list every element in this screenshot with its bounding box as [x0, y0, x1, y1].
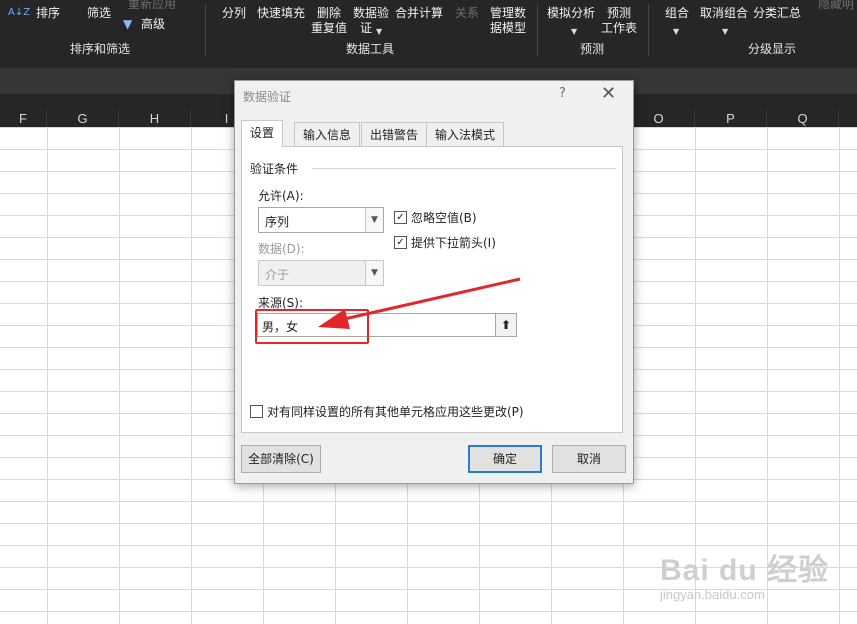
- watermark-url: jingyan.baidu.com: [660, 587, 765, 602]
- text-to-columns-button[interactable]: 分列: [222, 6, 246, 21]
- baidu-watermark: Bai du 经验 jingyan.baidu.com: [660, 545, 829, 602]
- watermark-logo: Bai du 经验: [660, 554, 830, 587]
- allow-select[interactable]: 序列 ▼: [258, 207, 384, 233]
- cancel-button[interactable]: 取消: [552, 445, 626, 473]
- column-header-p[interactable]: P: [695, 110, 767, 127]
- settings-panel: 验证条件 允许(A): 序列 ▼ ✓ 忽略空值(B) ✓ 提供下拉箭头(I) 数…: [241, 146, 623, 433]
- manage-data-model-button[interactable]: 管理数: [490, 6, 526, 21]
- data-select: 介于 ▼: [258, 260, 384, 286]
- remove-duplicates-label: 重复值: [311, 21, 348, 35]
- ribbon: A↓Z 排序 筛选 重新应用 ▼ 高级 排序和筛选 分列 快速填充 删除 重复值…: [0, 0, 857, 58]
- what-if-analysis-button[interactable]: 模拟分析: [547, 6, 595, 21]
- validation-criteria-heading: 验证条件: [250, 162, 299, 176]
- ungroup-button[interactable]: 取消组合: [700, 6, 748, 21]
- chevron-down-icon[interactable]: ▼: [365, 208, 383, 232]
- chevron-down-icon[interactable]: ▼: [673, 24, 679, 39]
- chevron-down-icon[interactable]: ▼: [571, 24, 577, 39]
- column-header-h[interactable]: H: [119, 110, 191, 127]
- allow-label: 允许(A):: [258, 189, 304, 203]
- ok-button[interactable]: 确定: [468, 445, 542, 473]
- ignore-blank-label: 忽略空值(B): [411, 211, 477, 225]
- outline-group-label: 分级显示: [748, 42, 797, 56]
- forecast-group-label: 预测: [580, 42, 605, 56]
- sort-button[interactable]: 排序: [36, 6, 60, 21]
- sort-az-icon[interactable]: A↓Z: [8, 5, 30, 20]
- in-cell-dropdown-checkbox[interactable]: ✓: [394, 236, 407, 249]
- section-divider: [312, 168, 616, 169]
- data-select-value: 介于: [265, 268, 290, 282]
- help-button[interactable]: ?: [559, 86, 566, 101]
- chevron-down-icon: ▼: [365, 261, 383, 285]
- data-label: 数据(D):: [258, 242, 305, 256]
- annotation-highlight-box: [255, 309, 369, 344]
- tab-settings[interactable]: 设置: [241, 120, 284, 147]
- forecast-sheet-button[interactable]: 预测: [607, 6, 631, 21]
- apply-all-label: 对有同样设置的所有其他单元格应用这些更改(P): [267, 405, 524, 419]
- clear-all-button[interactable]: 全部清除(C): [241, 445, 321, 473]
- column-header-f[interactable]: F: [0, 110, 47, 127]
- hide-detail-button[interactable]: 隐藏明: [818, 0, 854, 12]
- reapply-button[interactable]: 重新应用: [128, 0, 176, 12]
- chevron-down-icon[interactable]: ▼: [376, 24, 382, 39]
- consolidate-button[interactable]: 合并计算: [395, 6, 443, 21]
- data-validation-dialog: 数据验证 ? ✕ 设置 输入信息 出错警告 输入法模式 验证条件 允许(A): …: [234, 80, 634, 484]
- data-tools-group-label: 数据工具: [346, 42, 395, 56]
- collapse-dialog-icon[interactable]: ⬆: [495, 314, 516, 336]
- subtotal-button[interactable]: 分类汇总: [753, 6, 801, 21]
- data-validation-button[interactable]: 数据验: [353, 6, 389, 21]
- sort-filter-group-label: 排序和筛选: [70, 42, 131, 56]
- in-cell-dropdown-label: 提供下拉箭头(I): [411, 236, 496, 250]
- remove-duplicates-button[interactable]: 删除: [317, 6, 341, 21]
- forecast-sheet-label: 工作表: [601, 21, 638, 35]
- group-button[interactable]: 组合: [665, 6, 689, 21]
- advanced-filter-icon: ▼: [123, 17, 133, 31]
- relationships-button[interactable]: 关系: [455, 6, 479, 21]
- ribbon-separator: [205, 4, 206, 56]
- advanced-button[interactable]: 高级: [141, 17, 165, 32]
- dialog-title: 数据验证: [243, 90, 292, 104]
- ribbon-separator: [648, 4, 649, 56]
- tab-error-alert[interactable]: 出错警告: [361, 122, 428, 146]
- column-header-g[interactable]: G: [47, 110, 119, 127]
- filter-button[interactable]: 筛选: [87, 6, 111, 21]
- manage-data-model-label: 据模型: [490, 21, 527, 35]
- data-validation-label: 证: [360, 21, 373, 35]
- apply-all-checkbox[interactable]: [250, 405, 263, 418]
- flash-fill-button[interactable]: 快速填充: [257, 6, 305, 21]
- chevron-down-icon[interactable]: ▼: [722, 24, 728, 39]
- allow-select-value: 序列: [265, 215, 290, 229]
- ignore-blank-checkbox[interactable]: ✓: [394, 211, 407, 224]
- tab-input-message[interactable]: 输入信息: [294, 122, 361, 146]
- ribbon-separator: [537, 4, 538, 56]
- tab-ime-mode[interactable]: 输入法模式: [426, 122, 505, 146]
- close-icon[interactable]: ✕: [601, 83, 616, 104]
- column-header-q[interactable]: Q: [767, 110, 839, 127]
